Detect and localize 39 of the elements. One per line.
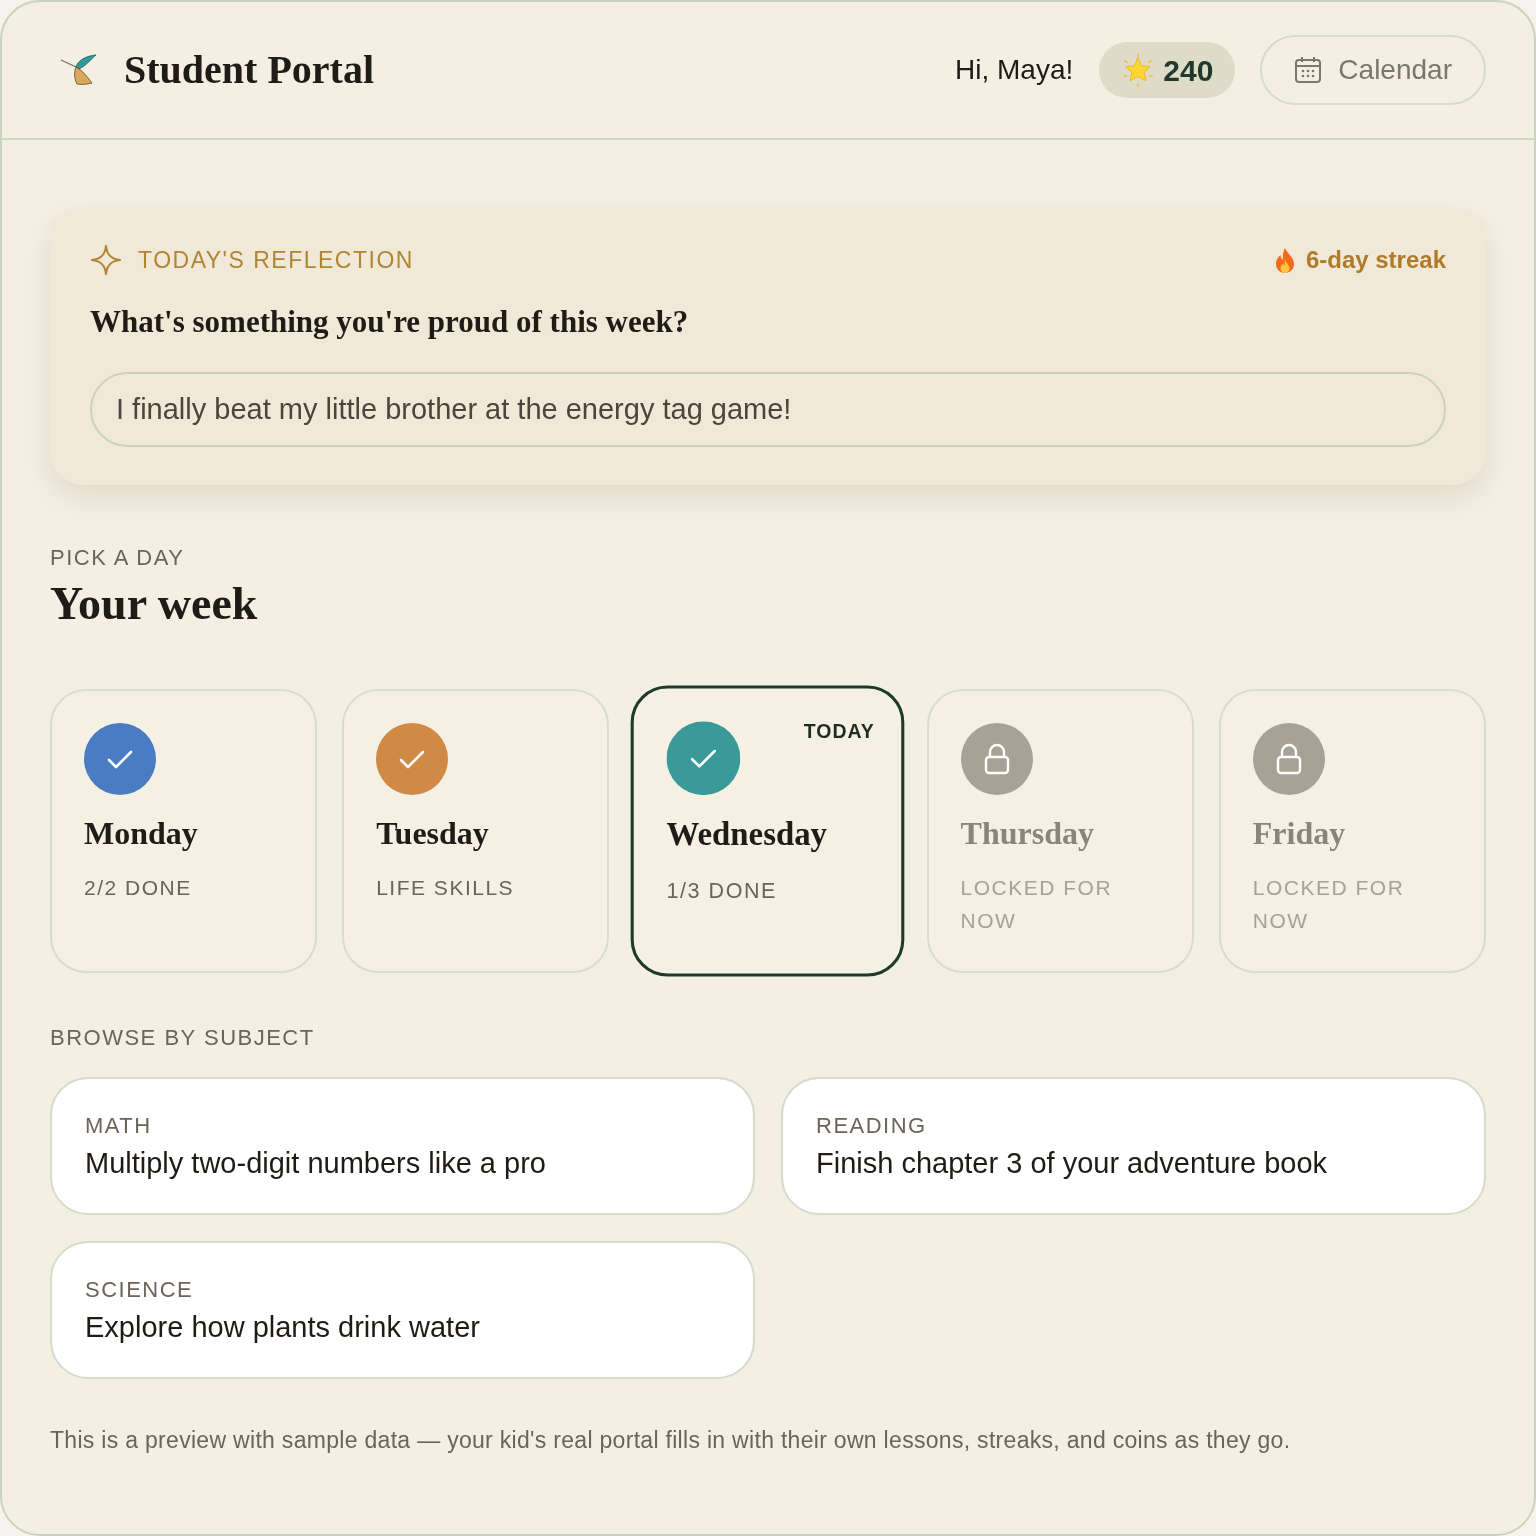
day-card[interactable]: Monday 2/2 DONE <box>50 689 318 973</box>
coin-count: 240 <box>1163 52 1214 89</box>
subject-label: SCIENCE <box>85 1276 195 1304</box>
section-label: BROWSE BY SUBJECT <box>50 1024 316 1052</box>
day-name: Wednesday <box>666 814 829 855</box>
day-status: 1/3 DONE <box>666 877 779 904</box>
calendar-button[interactable]: Calendar <box>1260 35 1486 105</box>
footer-note: This is a preview with sample data — your kid's real portal fills in with their own lessons, streaks, and coins as they go. <box>50 1426 1292 1455</box>
flame-icon <box>1273 246 1296 274</box>
day-status: LOCKED FOR NOW <box>1252 875 1406 934</box>
day-name: Tuesday <box>376 814 490 853</box>
subject-label: MATH <box>85 1112 153 1140</box>
lesson-title: Finish chapter 3 of your adventure book <box>816 1146 1329 1180</box>
reflection-question: What's something you're proud of this week? <box>90 303 690 341</box>
app-title: Student Portal <box>124 50 374 90</box>
day-status: LIFE SKILLS <box>376 875 516 901</box>
day-status: 2/2 DONE <box>84 875 193 901</box>
subject-card[interactable]: SCIENCE Explore how plants drink water <box>50 1241 755 1379</box>
calendar-icon <box>1294 56 1323 84</box>
today-label: TODAY <box>804 719 876 744</box>
lesson-title: Explore how plants drink water <box>85 1310 481 1344</box>
reflection-label: TODAY'S REFLECTION <box>138 245 414 275</box>
streak-text: 6-day streak <box>1305 245 1446 275</box>
subject-label: READING <box>816 1112 928 1140</box>
section-title: Your week <box>50 577 259 631</box>
day-card[interactable]: Tuesday LIFE SKILLS <box>342 689 610 973</box>
answer-field[interactable]: I finally beat my little brother at the energy tag game! <box>90 372 1446 447</box>
day-status: LOCKED FOR NOW <box>960 875 1114 934</box>
section-eyebrow: PICK A DAY <box>50 544 186 572</box>
day-name: Monday <box>84 814 199 853</box>
day-card[interactable]: Wednesday 1/3 DONE TODAY <box>631 685 905 977</box>
subject-card[interactable]: MATH Multiply two-digit numbers like a pro <box>50 1077 755 1215</box>
day-name: Friday <box>1252 814 1347 853</box>
star-icon <box>1121 53 1156 87</box>
subject-card[interactable]: READING Finish chapter 3 of your adventure book <box>781 1077 1486 1215</box>
sparkle-icon <box>90 244 122 276</box>
lesson-title: Multiply two-digit numbers like a pro <box>85 1146 547 1180</box>
day-name: Thursday <box>960 814 1095 853</box>
greeting-text: Hi, Maya! <box>955 53 1074 87</box>
